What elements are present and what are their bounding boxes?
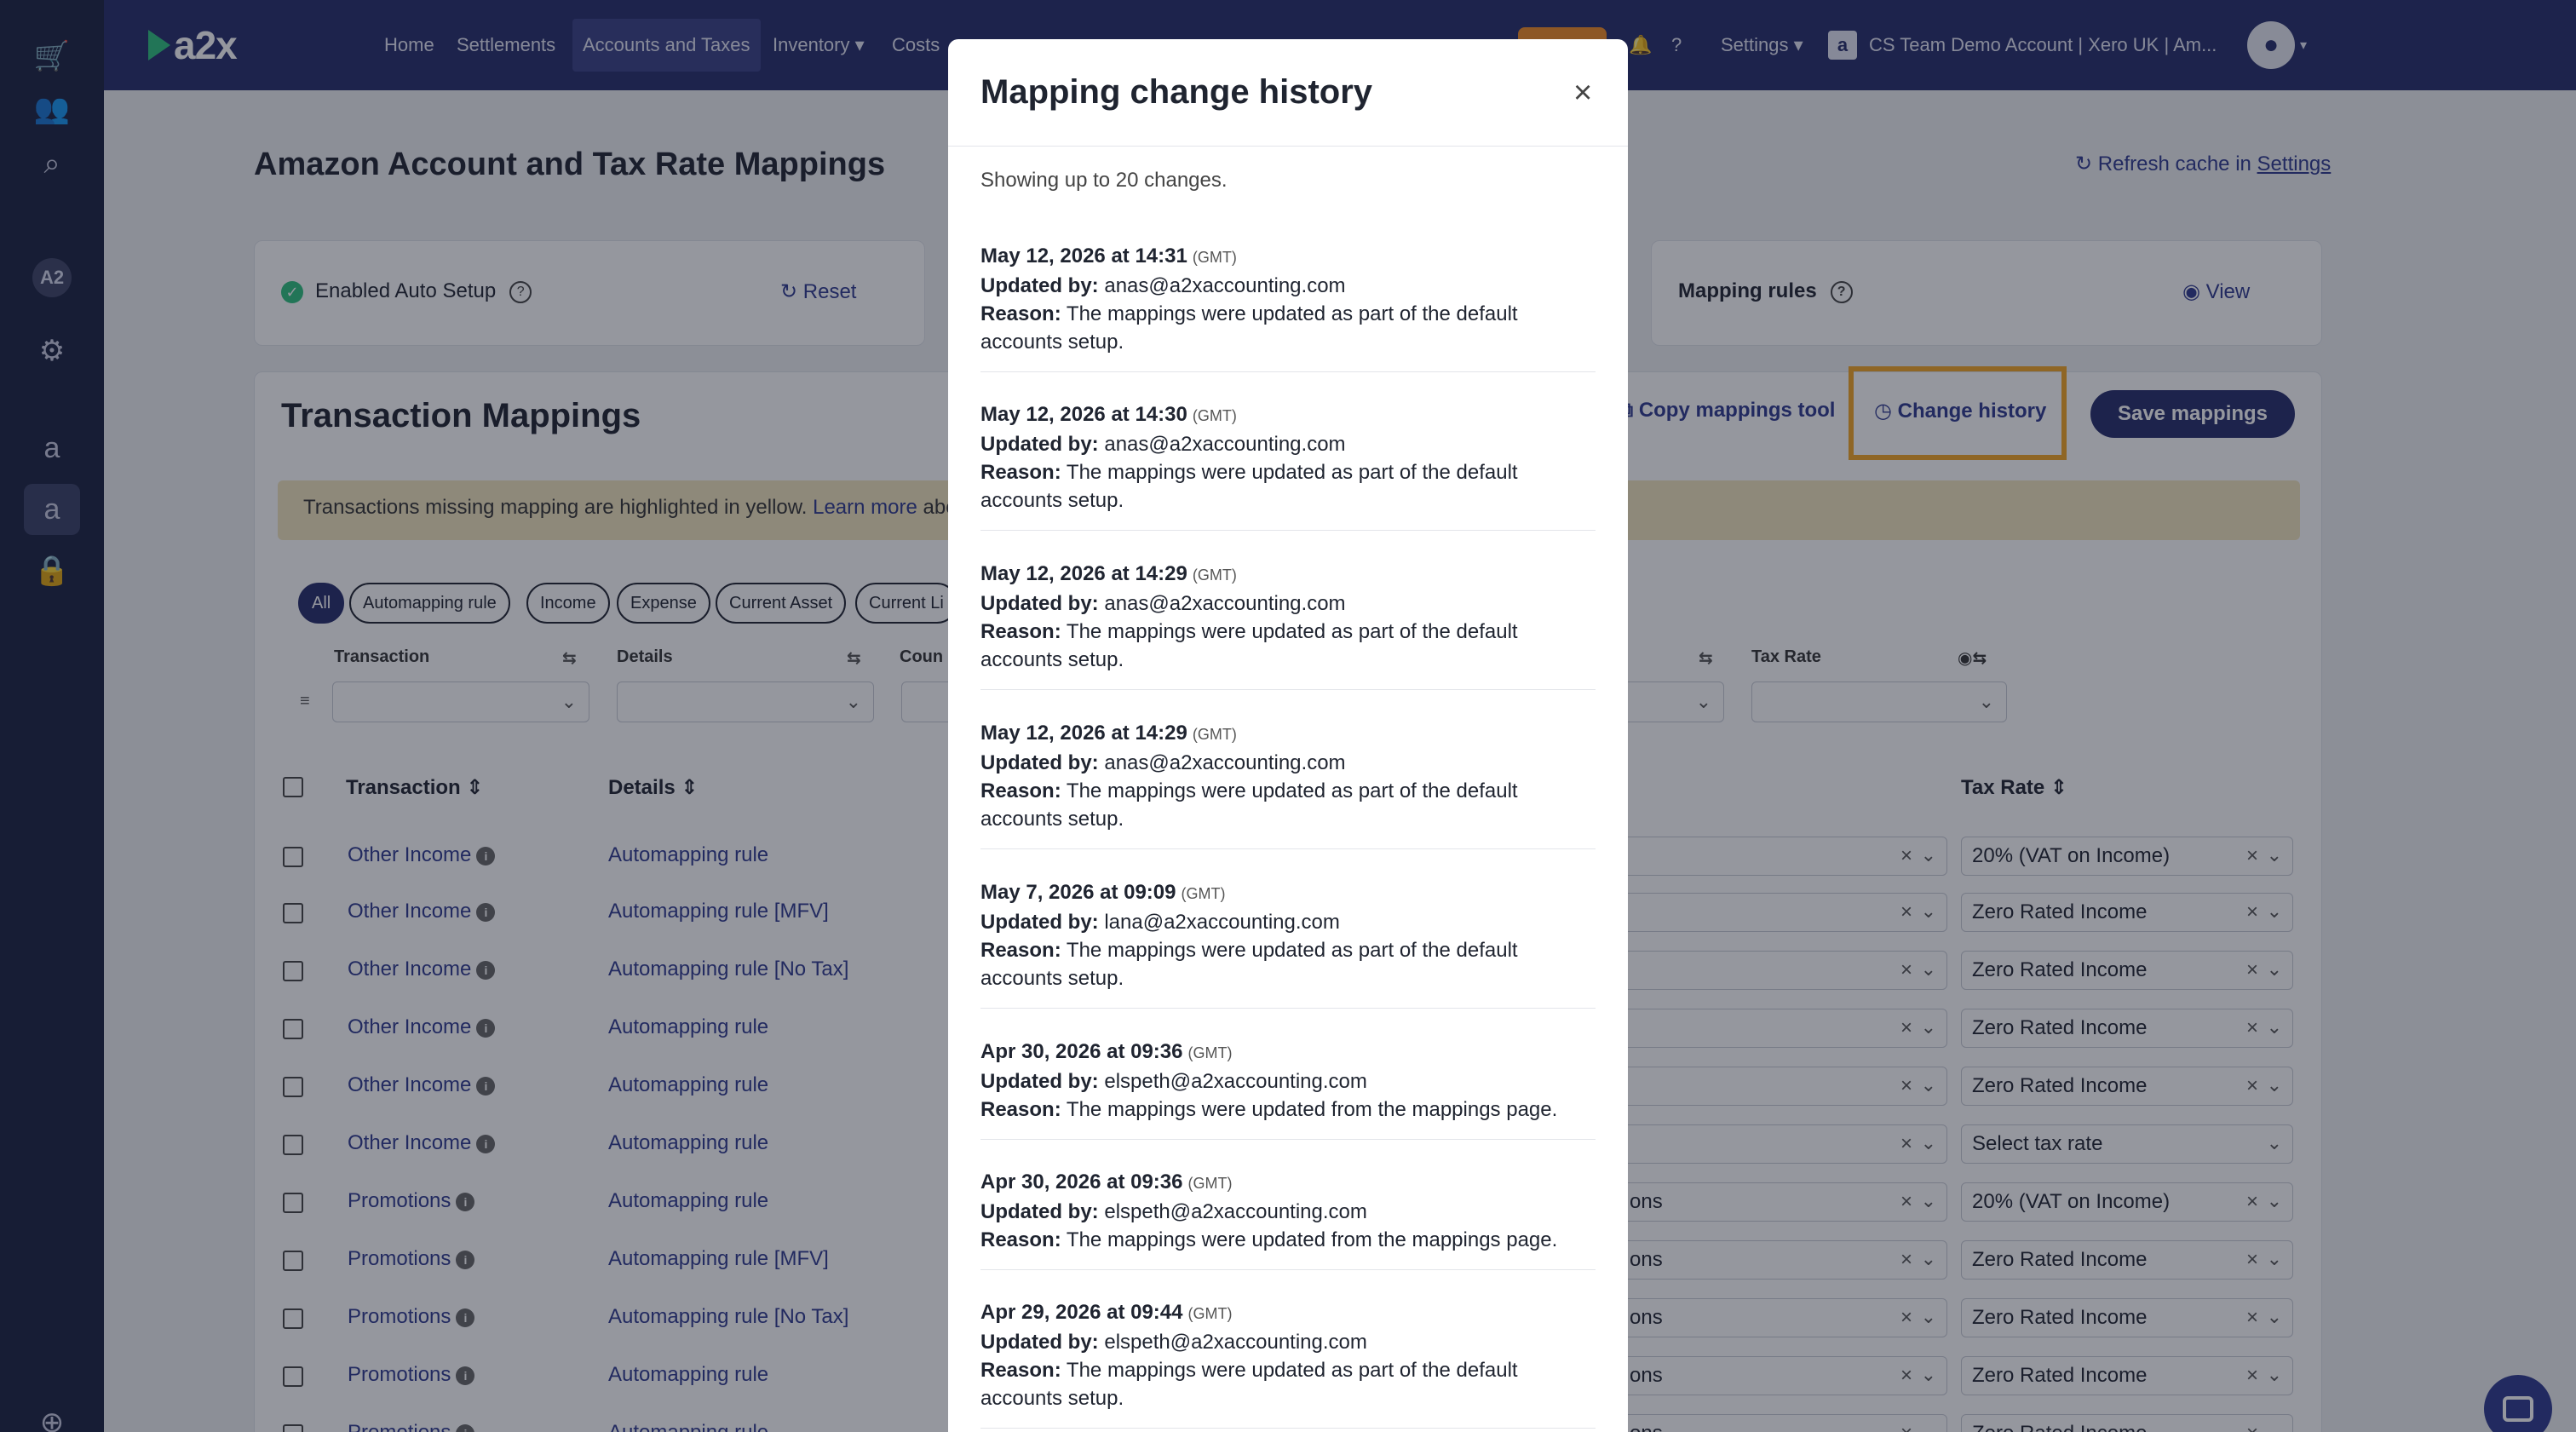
history-entry: May 12, 2026 at 14:30 (GMT) Updated by: a… [980,400,1596,531]
mapping-change-history-modal: Mapping change history × Showing up to 2… [948,39,1628,1432]
history-entry: Apr 29, 2026 at 09:44 (GMT) Updated by: e… [980,1298,1596,1429]
entry-date: Apr 30, 2026 at 09:36 (GMT) [980,1040,1233,1063]
history-entry: May 12, 2026 at 14:29 (GMT) Updated by: a… [980,560,1596,690]
entry-reason: Reason: The mappings were updated as par… [980,1359,1518,1410]
entry-updated-by: Updated by: anas@a2xaccounting.com [980,592,1346,615]
history-entry: May 12, 2026 at 14:29 (GMT) Updated by: a… [980,719,1596,849]
entry-reason: Reason: The mappings were updated from t… [980,1228,1558,1251]
entry-date: May 7, 2026 at 09:09 (GMT) [980,881,1226,904]
entry-date: Apr 29, 2026 at 09:44 (GMT) [980,1301,1233,1324]
entry-date: May 12, 2026 at 14:30 (GMT) [980,403,1237,426]
close-icon[interactable]: × [1573,75,1592,112]
modal-header: Mapping change history × [948,39,1628,147]
entry-reason: Reason: The mappings were updated as par… [980,779,1518,831]
entry-reason: Reason: The mappings were updated as par… [980,302,1518,354]
entry-date: May 12, 2026 at 14:31 (GMT) [980,244,1237,267]
entry-updated-by: Updated by: anas@a2xaccounting.com [980,433,1346,456]
history-entry: May 7, 2026 at 09:09 (GMT) Updated by: la… [980,878,1596,1009]
entry-updated-by: Updated by: elspeth@a2xaccounting.com [980,1331,1367,1354]
entry-updated-by: Updated by: lana@a2xaccounting.com [980,911,1340,934]
entry-updated-by: Updated by: anas@a2xaccounting.com [980,274,1346,297]
history-entry: Apr 30, 2026 at 09:36 (GMT) Updated by: e… [980,1168,1596,1270]
modal-title: Mapping change history [980,73,1373,111]
entry-date: Apr 30, 2026 at 09:36 (GMT) [980,1170,1233,1193]
history-entry: Apr 30, 2026 at 09:36 (GMT) Updated by: e… [980,1038,1596,1140]
entry-updated-by: Updated by: elspeth@a2xaccounting.com [980,1200,1367,1223]
entry-reason: Reason: The mappings were updated from t… [980,1098,1558,1121]
entry-updated-by: Updated by: elspeth@a2xaccounting.com [980,1070,1367,1093]
entry-reason: Reason: The mappings were updated as par… [980,939,1518,990]
entry-date: May 12, 2026 at 14:29 (GMT) [980,722,1237,745]
history-entry: May 12, 2026 at 14:31 (GMT) Updated by: a… [980,242,1596,372]
entry-date: May 12, 2026 at 14:29 (GMT) [980,562,1237,585]
showing-count-text: Showing up to 20 changes. [980,169,1228,192]
entry-reason: Reason: The mappings were updated as par… [980,461,1518,512]
entry-reason: Reason: The mappings were updated as par… [980,620,1518,671]
entry-updated-by: Updated by: anas@a2xaccounting.com [980,751,1346,774]
